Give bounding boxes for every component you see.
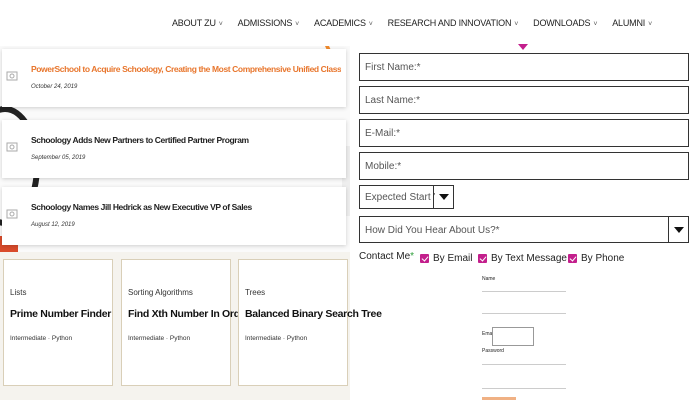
nav-item-about-zu[interactable]: ABOUT ZU ˅	[172, 18, 223, 28]
nav-item-label: ACADEMICS	[314, 18, 366, 28]
nav-item-label: ADMISSIONS	[237, 18, 293, 28]
expected-start-select[interactable]: Expected Start Y	[359, 185, 454, 209]
nav-item-label: DOWNLOADS	[533, 18, 591, 28]
course-category: Lists	[10, 288, 27, 297]
news-card[interactable]: PowerSchool to Acquire Schoology, Creati…	[2, 49, 346, 107]
checkbox-checked-icon[interactable]	[478, 254, 487, 263]
course-card[interactable]: Sorting Algorithms Find Xth Number In Or…	[121, 259, 249, 386]
dropdown-arrow-icon	[668, 217, 688, 242]
news-date: September 05, 2019	[31, 155, 86, 161]
nav-item-research-and-innovation[interactable]: RESEARCH AND INNOVATION ˅	[387, 18, 519, 28]
course-name[interactable]: Prime Number Finder	[10, 308, 114, 320]
top-nav: ABOUT ZU ˅ ADMISSIONS ˅ ACADEMICS ˅ RESEARC…	[0, 0, 700, 50]
course-name[interactable]: Find Xth Number In Order	[128, 308, 249, 320]
image-placeholder-icon	[6, 69, 18, 85]
checkbox-label: By Text Message	[491, 253, 567, 264]
checkbox-checked-icon[interactable]	[420, 254, 429, 263]
name-input-line[interactable]	[482, 291, 566, 292]
password-input-line[interactable]	[482, 364, 566, 365]
contact-by-phone-checkbox[interactable]: By Phone	[568, 253, 624, 264]
image-placeholder-icon	[6, 140, 18, 156]
active-nav-marker	[518, 44, 528, 50]
chevron-down-icon: ˅	[218, 21, 223, 28]
last-name-field[interactable]	[359, 86, 689, 114]
dropdown-arrow-icon	[433, 186, 453, 208]
checkbox-label: By Email	[433, 253, 473, 264]
last-name-input[interactable]	[360, 87, 688, 113]
course-card[interactable]: Lists Prime Number Finder Intermediate ·…	[3, 259, 113, 386]
email-input[interactable]	[360, 120, 688, 146]
nav-item-label: ALUMNI	[612, 18, 646, 28]
course-meta: Intermediate · Python	[10, 335, 73, 342]
mobile-field[interactable]	[359, 152, 689, 180]
course-category: Sorting Algorithms	[128, 288, 193, 297]
hear-about-value: How Did You Hear About Us?*	[365, 225, 500, 236]
contact-me-label: Contact Me*	[359, 251, 414, 262]
nav-item-admissions[interactable]: ADMISSIONS ˅	[237, 18, 300, 28]
chevron-down-icon: ˅	[295, 21, 300, 28]
first-name-input[interactable]	[360, 54, 688, 80]
contact-me-text: Contact Me	[359, 251, 411, 262]
email-field[interactable]	[359, 119, 689, 147]
divider	[482, 313, 566, 314]
news-title[interactable]: PowerSchool to Acquire Schoology, Creati…	[31, 64, 341, 74]
nav-item-label: RESEARCH AND INNOVATION	[387, 18, 512, 28]
nav-item-alumni[interactable]: ALUMNI ˅	[612, 18, 652, 28]
mobile-input[interactable]	[360, 153, 688, 179]
course-meta: Intermediate · Python	[245, 335, 308, 342]
chevron-down-icon: ˅	[648, 21, 652, 28]
nav-item-downloads[interactable]: DOWNLOADS ˅	[533, 18, 597, 28]
course-meta: Intermediate · Python	[128, 335, 191, 342]
chevron-down-icon: ˅	[368, 21, 373, 28]
divider	[482, 388, 566, 389]
nav-item-academics[interactable]: ACADEMICS ˅	[314, 18, 373, 28]
course-category: Trees	[245, 288, 266, 297]
required-asterisk: *	[410, 251, 415, 262]
news-date: October 24, 2019	[31, 84, 78, 90]
news-title[interactable]: Schoology Names Jill Hedrick as New Exec…	[31, 202, 341, 212]
news-date: August 12, 2019	[31, 222, 75, 228]
news-card[interactable]: Schoology Adds New Partners to Certified…	[2, 120, 346, 178]
contact-by-text-checkbox[interactable]: By Text Message	[478, 253, 567, 264]
nav-item-label: ABOUT ZU	[172, 18, 216, 28]
image-placeholder-icon	[6, 207, 18, 223]
name-label: Name	[482, 276, 496, 282]
course-name[interactable]: Balanced Binary Search Tree	[245, 308, 382, 320]
checkbox-checked-icon[interactable]	[568, 254, 577, 263]
password-label: Password	[482, 348, 504, 354]
contact-by-email-checkbox[interactable]: By Email	[420, 253, 472, 264]
hear-about-select[interactable]: How Did You Hear About Us?*	[359, 216, 689, 243]
first-name-field[interactable]	[359, 53, 689, 81]
expected-start-value: Expected Start Y	[365, 192, 435, 203]
chevron-down-icon: ˅	[514, 21, 519, 28]
course-card[interactable]: Trees Balanced Binary Search Tree Interm…	[238, 259, 382, 386]
news-card[interactable]: Schoology Names Jill Hedrick as New Exec…	[2, 187, 346, 245]
email-mini-input[interactable]	[492, 327, 534, 346]
chevron-down-icon: ˅	[593, 21, 598, 28]
news-title[interactable]: Schoology Adds New Partners to Certified…	[31, 135, 341, 145]
checkbox-label: By Phone	[581, 253, 625, 264]
nav-menu: ABOUT ZU ˅ ADMISSIONS ˅ ACADEMICS ˅ RESEARC…	[172, 18, 667, 28]
